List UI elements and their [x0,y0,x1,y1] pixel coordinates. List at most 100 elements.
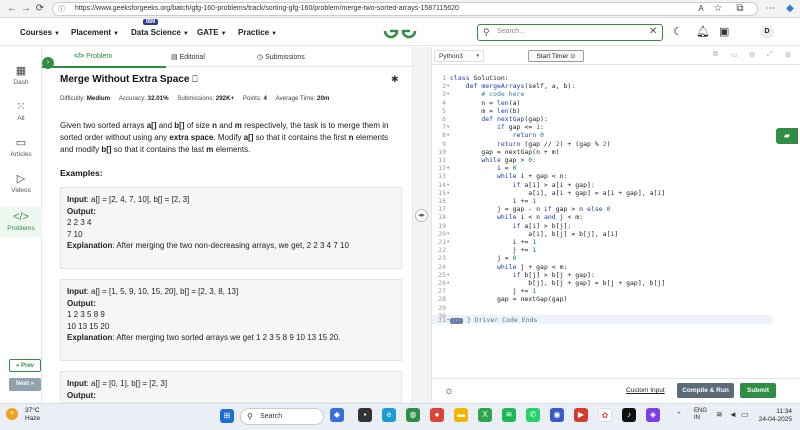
prev-button[interactable]: « Prev [9,359,41,372]
code-line: def mergeArrays(self, a, b): [465,82,576,91]
nav-gate[interactable]: GATE ▼ [197,28,227,37]
line-number: 15 [438,188,446,197]
line-number: 22 [438,246,446,255]
fullscreen-icon[interactable]: ⤢ [767,51,773,59]
gfg-logo[interactable] [383,22,417,45]
compile-run-button[interactable]: Compile & Run [677,383,734,398]
pane-divider[interactable] [412,47,432,403]
notification-bell-icon[interactable]: 🔔︎ [696,25,710,38]
language-indicator[interactable]: ENG IN [694,408,707,422]
fold-chevron-icon[interactable]: ▾ [447,124,449,130]
dark-mode-icon[interactable]: ☾ [673,25,683,38]
line-number: 23 [438,254,446,263]
extensions-icon[interactable]: ⧉ [734,3,746,15]
fold-chevron-icon[interactable]: ▾ [447,83,449,89]
driver-code-fold[interactable]: ··· } Driver Code Ends [450,316,537,324]
book-icon: ▭ [15,137,27,149]
file-explorer-icon[interactable]: ▬ [454,408,468,422]
fold-chevron-icon[interactable]: ▾ [447,91,449,97]
system-clock[interactable]: 11:34 24-04-2025 [752,408,792,424]
chat-icon[interactable]: ▰ [776,128,798,144]
fold-chevron-icon[interactable]: ▾ [447,165,449,171]
apps-icon: ⁙ [16,101,26,113]
nav-practice[interactable]: Practice ▼ [238,28,277,37]
custom-input-link[interactable]: Custom Input [626,387,665,394]
start-timer-button[interactable]: Start Timer ⊙ [528,50,584,62]
nav-data-science[interactable]: Data Science ▼ [131,28,189,37]
avatar[interactable]: D [760,25,774,39]
fold-chevron-icon[interactable]: ▾ [447,317,449,323]
code-line: def nextGap(gap): [481,115,548,123]
language-select[interactable]: Python3 ▾ [434,50,484,62]
fold-chevron-icon[interactable]: ▾ [447,132,449,138]
fold-chevron-icon[interactable]: ▾ [447,239,449,245]
fold-chevron-icon[interactable]: ▾ [447,231,449,237]
sidebar-item-problems[interactable]: </> Problems [0,207,42,237]
code-line: j = 0 [450,254,517,263]
wifi-icon[interactable]: ≋ [716,410,723,419]
app-icon[interactable]: ◍ [406,408,420,422]
fold-chevron-icon[interactable]: ▾ [447,182,449,188]
submit-button[interactable]: Submit [740,383,776,398]
badge-icon[interactable]: ▣ [719,25,729,38]
nav-courses[interactable]: Courses ▼ [20,28,60,37]
app-icon[interactable]: ◈ [646,408,660,422]
app-icon[interactable]: ◉ [550,408,564,422]
battery-icon[interactable]: ▭ [741,410,749,419]
clear-search-icon[interactable]: ✕ [649,26,657,37]
photos-icon[interactable]: ✿ [598,408,612,422]
theme-toggle-icon[interactable]: ☼ [444,385,454,397]
chrome-icon[interactable]: ● [430,408,444,422]
example-block: Input: a[] = [0, 1], b[] = [2, 3] Output… [60,371,402,403]
app-icon[interactable]: ♪ [622,408,636,422]
tab-problem[interactable]: </> Problem [74,53,112,60]
fold-chevron-icon[interactable]: ▾ [447,272,449,278]
fold-chevron-icon[interactable]: ▾ [447,190,449,196]
expand-icon[interactable]: ⊞ [785,51,791,59]
line-number: 31 [438,316,446,324]
nav-placement[interactable]: Placement ▼ [71,28,119,37]
widgets-icon[interactable]: ◆ [330,408,344,422]
code-line: class Solution: [450,74,509,82]
line-number: 25 [438,270,446,279]
code-line: while gap > 0: [481,156,537,164]
back-icon[interactable]: ← [6,3,18,15]
volume-icon[interactable]: ◄ [729,410,737,419]
forward-icon[interactable]: → [20,3,32,15]
weather-icon[interactable]: ☀ [6,408,18,420]
next-button[interactable]: Next » [9,378,41,391]
sidebar-item-videos[interactable]: ▷ Videos [0,172,42,194]
start-icon[interactable]: ⊞ [220,409,234,423]
favorite-icon[interactable]: ☆ [712,3,724,15]
search-input[interactable]: ⚲ Search... ✕ [477,24,663,41]
settings-icon[interactable]: ⚙ [749,51,755,59]
task-view-icon[interactable]: ▪ [358,408,372,422]
browser-menu-icon[interactable]: ⋯ [764,3,776,15]
site-info-icon[interactable]: ⓘ [58,4,65,14]
ibm-badge: IBM [143,19,159,25]
taskbar-search[interactable]: ⚲ Search [240,408,324,425]
fold-chevron-icon[interactable]: ▾ [447,280,449,286]
sidebar-item-all[interactable]: ⁙ All [0,100,42,122]
bookmark-icon[interactable]: ⎕ [192,74,197,84]
tab-editorial[interactable]: ▤ Editorial [171,53,205,61]
spotify-icon[interactable]: ≋ [502,408,516,422]
excel-icon[interactable]: X [478,408,492,422]
reload-icon[interactable]: ⟳ [34,3,46,15]
copy-icon[interactable]: ⧉ [713,51,718,59]
sidebar-item-dash[interactable]: ▦ Dash [0,64,42,86]
app-icon[interactable]: ▶ [574,408,588,422]
whatsapp-icon[interactable]: ✆ [526,408,540,422]
tray-overflow-icon[interactable]: ⌃ [676,411,682,419]
report-bug-icon[interactable]: ✱ [391,74,399,85]
code-line: gap = nextGap(gap) [450,295,568,304]
url-bar[interactable]: https://www.geeksforgeeks.org/batch/gfg-… [52,2,758,16]
edge-copilot-icon[interactable]: ◆ [784,3,796,15]
edge-icon[interactable]: e [382,408,396,422]
reset-icon[interactable]: ▭ [731,51,738,59]
sidebar-item-articles[interactable]: ▭ Articles [0,136,42,158]
resize-handle-icon[interactable]: ◂▸ [415,209,428,222]
weather-widget[interactable]: 37°C Haze [25,407,40,423]
read-aloud-icon[interactable]: A [695,3,707,15]
tab-submissions[interactable]: ◷ Submissions [257,53,305,61]
